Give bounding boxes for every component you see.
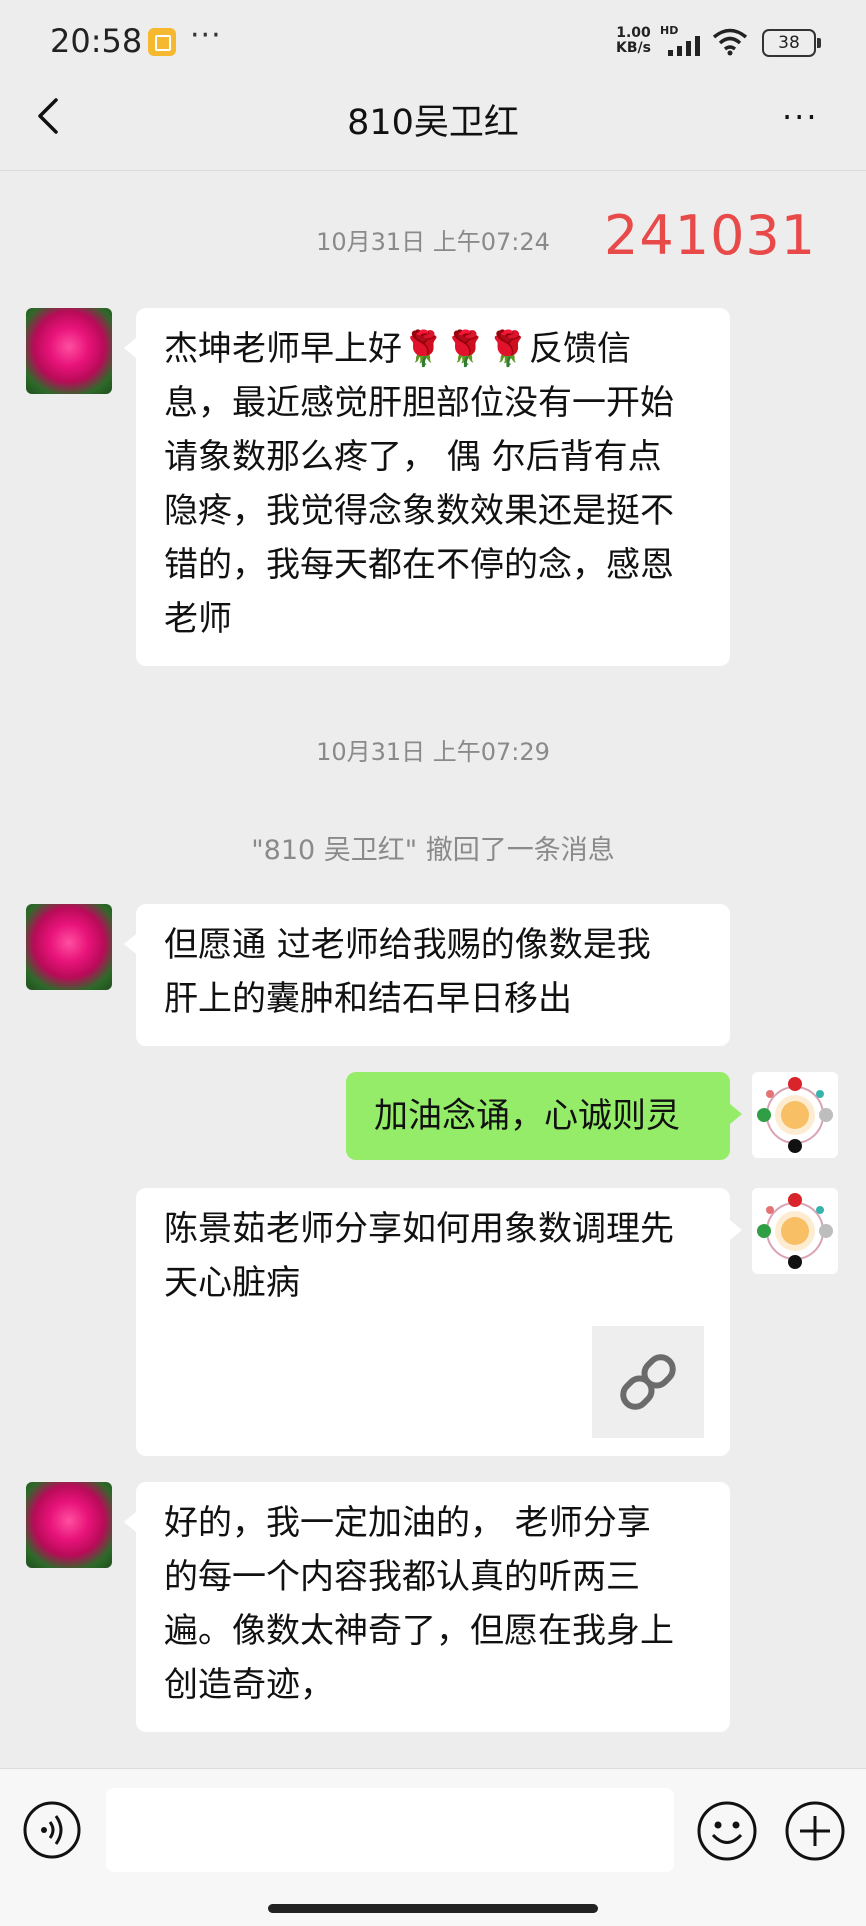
message-line: 请象数那么疼了， 偶 尔后背有点: [164, 437, 662, 477]
my-message-bubble[interactable]: 加油念诵，心诚则灵: [346, 1072, 730, 1160]
my-avatar[interactable]: [752, 1072, 838, 1158]
plus-icon[interactable]: [784, 1800, 846, 1862]
wifi-icon: [712, 28, 748, 56]
message-line: 肝上的囊肿和结石早日移出: [164, 979, 572, 1019]
message-line: 好的，我一定加油的， 老师分享: [164, 1503, 651, 1543]
message-line: 错的，我每天都在不停的念，感恩: [164, 545, 674, 585]
link-card-title-line: 陈景茹老师分享如何用象数调理先: [164, 1209, 674, 1249]
contact-avatar[interactable]: [26, 904, 112, 990]
notification-icon: [148, 28, 176, 56]
emoji-icon[interactable]: [696, 1800, 758, 1862]
link-card-title-line: 天心脏病: [164, 1263, 300, 1303]
message-line: 息，最近感觉肝胆部位没有一开始: [164, 383, 674, 423]
more-options-button[interactable]: ···: [782, 98, 819, 136]
message-line: 隐疼，我觉得念象数效果还是挺不: [164, 491, 674, 531]
my-message-text: 加油念诵，心诚则灵: [374, 1096, 680, 1136]
signal-icon: [668, 36, 700, 56]
contact-avatar[interactable]: [26, 1482, 112, 1568]
my-avatar[interactable]: [752, 1188, 838, 1274]
message-line: 遍。像数太神奇了，但愿在我身上: [164, 1611, 674, 1651]
voice-icon[interactable]: [22, 1800, 82, 1860]
network-speed-value: 1.00: [616, 25, 651, 41]
message-line: 的每一个内容我都认真的听两三: [164, 1557, 640, 1597]
message-line: 但愿通 过老师给我赐的像数是我: [164, 925, 651, 965]
message-line: 创造奇迹，: [164, 1665, 334, 1705]
timestamp: 10月31日 上午07:29: [316, 738, 550, 766]
link-thumbnail[interactable]: [592, 1326, 704, 1438]
message-bubble[interactable]: 杰坤老师早上好🌹🌹🌹反馈信 息，最近感觉肝胆部位没有一开始 请象数那么疼了， 偶…: [124, 308, 730, 666]
home-indicator[interactable]: [268, 1904, 598, 1913]
battery-level: 38: [778, 33, 800, 53]
message-line: 老师: [164, 599, 232, 639]
bubble-tail: [730, 1104, 742, 1124]
message-line: 杰坤老师早上好🌹🌹🌹反馈信: [164, 329, 632, 369]
status-more-dots: ···: [190, 18, 222, 53]
battery-icon: 38: [762, 29, 821, 57]
message-bubble[interactable]: 但愿通 过老师给我赐的像数是我 肝上的囊肿和结石早日移出: [124, 904, 730, 1046]
recall-notice: "810 吴卫红" 撤回了一条消息: [251, 835, 615, 866]
message-bubble[interactable]: 好的，我一定加油的， 老师分享 的每一个内容我都认真的听两三 遍。像数太神奇了，…: [124, 1482, 730, 1732]
network-speed: 1.00 KB/s: [616, 26, 651, 56]
link-icon: [620, 1354, 676, 1410]
bubble-tail: [730, 1220, 742, 1240]
contact-avatar[interactable]: [26, 308, 112, 394]
date-annotation: 241031: [604, 204, 817, 267]
status-time: 20:58: [50, 22, 143, 60]
network-speed-unit: KB/s: [616, 40, 651, 56]
chat-title: 810吴卫红: [347, 103, 519, 143]
message-input[interactable]: [106, 1788, 674, 1872]
